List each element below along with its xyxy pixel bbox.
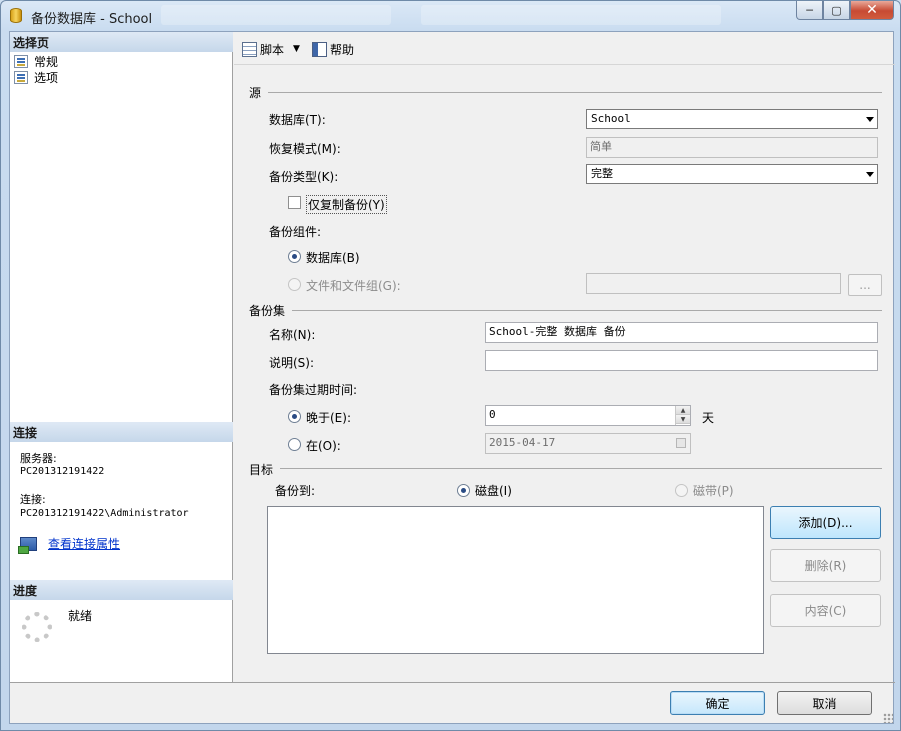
progress-spinner-icon bbox=[22, 612, 52, 642]
component-database-label[interactable]: 数据库(B) bbox=[306, 249, 360, 266]
help-button[interactable]: 帮助 bbox=[312, 40, 354, 58]
view-connection-link[interactable]: 查看连接属性 bbox=[48, 535, 120, 552]
help-label: 帮助 bbox=[330, 42, 355, 57]
view-connection-properties[interactable]: 查看连接属性 bbox=[18, 535, 120, 554]
name-label: 名称(N): bbox=[269, 328, 316, 342]
recovery-label: 恢复模式(M): bbox=[269, 142, 341, 156]
right-pane: 脚本 ▼ 帮助 源 数据库(T): School 恢复模式(M): 简单 备份类… bbox=[234, 32, 895, 682]
script-icon bbox=[242, 41, 257, 57]
script-label: 脚本 bbox=[260, 42, 285, 57]
connection-header: 连接 bbox=[10, 422, 233, 442]
backup-to-disk-radio[interactable] bbox=[457, 484, 470, 497]
disk-label[interactable]: 磁盘(I) bbox=[475, 482, 512, 499]
days-spinner[interactable]: ▲ ▼ bbox=[675, 406, 690, 425]
toolbar: 脚本 ▼ 帮助 bbox=[234, 32, 895, 65]
expire-on-label[interactable]: 在(O): bbox=[306, 437, 341, 454]
close-button[interactable]: ✕ bbox=[850, 1, 894, 20]
destination-section-title: 目标 bbox=[249, 463, 274, 477]
tape-label: 磁带(P) bbox=[693, 484, 734, 498]
script-button[interactable]: 脚本 ▼ bbox=[242, 40, 300, 58]
background-ghost bbox=[161, 5, 391, 25]
cancel-button[interactable]: 取消 bbox=[777, 691, 872, 715]
expire-days-input[interactable]: 0 bbox=[485, 405, 691, 426]
expire-date-picker[interactable]: 2015-04-17 bbox=[485, 433, 691, 454]
component-database-radio[interactable] bbox=[288, 250, 301, 263]
backup-set-section-title: 备份集 bbox=[249, 304, 286, 318]
expire-on-radio[interactable] bbox=[288, 438, 301, 451]
backup-type-label: 备份类型(K): bbox=[269, 170, 339, 184]
source-divider bbox=[268, 92, 882, 93]
dialog-footer: 确定 取消 bbox=[10, 682, 895, 725]
title-bar[interactable]: 备份数据库 - School ─ ▢ ✕ bbox=[1, 1, 900, 31]
expire-after-label[interactable]: 晚于(E): bbox=[306, 409, 351, 426]
maximize-button[interactable]: ▢ bbox=[823, 1, 850, 20]
expire-after-radio[interactable] bbox=[288, 410, 301, 423]
backup-database-dialog: 备份数据库 - School ─ ▢ ✕ 选择页 常规 选项 连接 服务器: P… bbox=[0, 0, 901, 731]
destination-list[interactable] bbox=[267, 506, 764, 654]
background-ghost-2 bbox=[421, 5, 721, 25]
connection-properties-icon bbox=[18, 536, 37, 554]
window-title: 备份数据库 - School bbox=[31, 12, 153, 27]
page-icon bbox=[14, 54, 28, 68]
calendar-icon bbox=[676, 438, 686, 448]
page-item-general[interactable]: 常规 bbox=[14, 53, 58, 69]
server-label: 服务器: bbox=[20, 452, 57, 465]
dialog-client: 选择页 常规 选项 连接 服务器: PC201312191422 连接: PC2… bbox=[9, 31, 895, 725]
select-page-header: 选择页 bbox=[10, 32, 233, 52]
source-section-title: 源 bbox=[249, 86, 262, 100]
window-controls: ─ ▢ ✕ bbox=[796, 1, 894, 20]
backup-to-tape-radio[interactable] bbox=[675, 484, 688, 497]
backup-type-value: 完整 bbox=[591, 167, 613, 180]
resize-grip-icon[interactable] bbox=[883, 713, 893, 723]
copy-only-label[interactable]: 仅复制备份(Y) bbox=[306, 195, 387, 214]
connection-label: 连接: bbox=[20, 493, 46, 506]
chevron-down-icon bbox=[866, 172, 874, 177]
backup-set-divider bbox=[292, 310, 882, 311]
minimize-button[interactable]: ─ bbox=[796, 1, 823, 20]
left-pane: 选择页 常规 选项 连接 服务器: PC201312191422 连接: PC2… bbox=[10, 32, 233, 682]
spin-up-icon[interactable]: ▲ bbox=[676, 406, 690, 415]
help-icon bbox=[312, 41, 327, 57]
page-item-label: 常规 bbox=[34, 54, 59, 69]
component-files-label: 文件和文件组(G): bbox=[306, 279, 401, 293]
files-field bbox=[586, 273, 841, 294]
backup-name-input[interactable]: School-完整 数据库 备份 bbox=[485, 322, 878, 343]
page-icon bbox=[14, 70, 28, 84]
add-destination-button[interactable]: 添加(D)... bbox=[770, 506, 881, 539]
files-browse-button[interactable]: ... bbox=[848, 274, 882, 296]
server-value: PC201312191422 bbox=[20, 466, 105, 477]
destination-divider bbox=[280, 468, 882, 469]
backup-to-label: 备份到: bbox=[275, 484, 316, 498]
chevron-down-icon[interactable]: ▼ bbox=[293, 44, 300, 54]
spin-down-icon[interactable]: ▼ bbox=[676, 415, 690, 424]
connection-value: PC201312191422\Administrator bbox=[20, 508, 189, 519]
chevron-down-icon bbox=[866, 117, 874, 122]
progress-header: 进度 bbox=[10, 580, 233, 600]
database-select[interactable]: School bbox=[586, 109, 878, 129]
component-files-radio[interactable] bbox=[288, 278, 301, 291]
remove-destination-button[interactable]: 删除(R) bbox=[770, 549, 881, 582]
description-label: 说明(S): bbox=[269, 356, 315, 370]
expire-date-value: 2015-04-17 bbox=[489, 436, 556, 449]
database-label: 数据库(T): bbox=[269, 113, 326, 127]
days-unit: 天 bbox=[702, 411, 715, 425]
progress-status: 就绪 bbox=[68, 609, 93, 623]
backup-type-select[interactable]: 完整 bbox=[586, 164, 878, 184]
expiration-label: 备份集过期时间: bbox=[269, 383, 358, 397]
page-item-options[interactable]: 选项 bbox=[14, 69, 58, 85]
description-input[interactable] bbox=[485, 350, 878, 371]
recovery-model-field: 简单 bbox=[586, 137, 878, 158]
copy-only-checkbox[interactable] bbox=[288, 196, 301, 209]
contents-button[interactable]: 内容(C) bbox=[770, 594, 881, 627]
database-icon bbox=[10, 8, 22, 23]
backup-component-label: 备份组件: bbox=[269, 225, 322, 239]
page-item-label: 选项 bbox=[34, 70, 59, 85]
database-value: School bbox=[591, 112, 631, 125]
ok-button[interactable]: 确定 bbox=[670, 691, 765, 715]
